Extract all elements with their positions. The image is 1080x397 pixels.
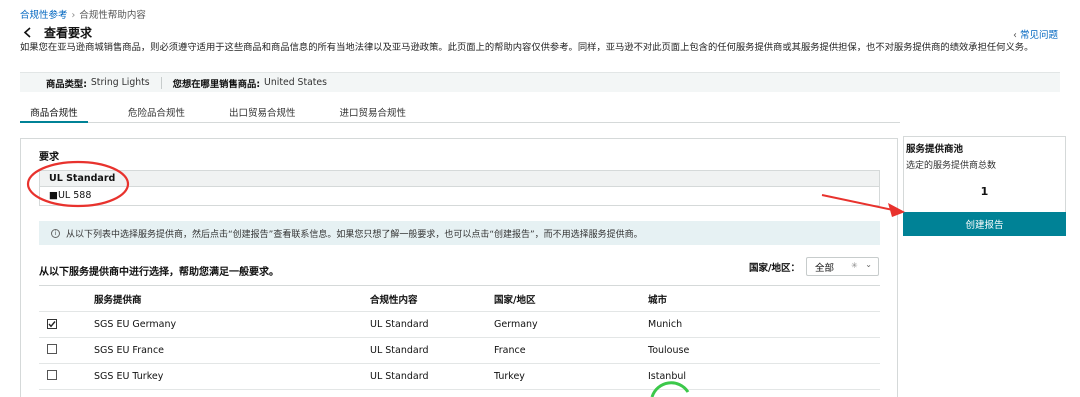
breadcrumb-parent-link[interactable]: 合规性参考 — [20, 10, 68, 21]
faq-link-label: 常见问题 — [1019, 30, 1058, 41]
tab-import-compliance[interactable]: 进口贸易合规性 — [340, 103, 407, 122]
provider-content: UL Standard — [370, 371, 429, 382]
compliance-tabs: 商品合规性 危险品合规性 出口贸易合规性 进口贸易合规性 — [20, 103, 900, 123]
provider-name: SGS EU Turkey — [94, 371, 164, 382]
country-select[interactable]: 全部 ✳ ⌄ — [806, 257, 879, 276]
provider-checkbox[interactable] — [47, 370, 57, 380]
faq-link[interactable]: ‹ 常见问题 — [1013, 27, 1058, 41]
header-city: 城市 — [648, 294, 668, 306]
provider-city: Munich — [648, 319, 683, 330]
requirements-panel: 要求 UL Standard ■UL 588 i 从以下列表中选择服务提供商，然… — [20, 138, 898, 397]
info-banner: i 从以下列表中选择服务提供商，然后点击“创建报告”查看联系信息。如果您只想了解… — [39, 221, 880, 245]
standard-value: ■UL 588 — [49, 190, 92, 201]
checkmark-icon — [48, 320, 56, 327]
product-type-label: 商品类型: — [46, 78, 87, 90]
country-filter: 国家/地区： 全部 ✳ ⌄ — [749, 257, 879, 276]
chevron-left-icon[interactable] — [20, 26, 34, 40]
provider-content: UL Standard — [370, 345, 429, 356]
standard-box: UL Standard ■UL 588 — [39, 170, 880, 206]
header-provider: 服务提供商 — [94, 294, 142, 306]
select-provider-prompt: 从以下服务提供商中进行选择，帮助您满足一般要求。 — [39, 267, 279, 278]
sell-where-label: 您想在哪里销售商品: — [172, 78, 261, 90]
provider-pool-count: 1 — [980, 185, 989, 198]
header-content: 合规性内容 — [370, 294, 418, 306]
create-report-button[interactable]: 创建报告 — [903, 212, 1066, 236]
info-text: 从以下列表中选择服务提供商，然后点击“创建报告”查看联系信息。如果您只想了解一般… — [66, 229, 643, 240]
divider — [160, 76, 162, 89]
info-icon: i — [51, 228, 60, 238]
provider-table: 服务提供商 合规性内容 国家/地区 城市 SGS EU Germany UL S… — [39, 285, 880, 390]
globe-icon: ✳ — [851, 261, 858, 270]
requirements-title: 要求 — [39, 152, 59, 163]
table-row[interactable]: SGS EU Germany UL Standard Germany Munic… — [39, 312, 880, 338]
standard-header: UL Standard — [40, 171, 879, 187]
product-info-bar: 商品类型: String Lights 您想在哪里销售商品: United St… — [20, 72, 1060, 92]
provider-city: Toulouse — [648, 345, 690, 356]
row-check-cell — [39, 344, 94, 357]
country-select-value: 全部 — [815, 262, 835, 274]
provider-pool-title: 服务提供商池 — [906, 144, 964, 155]
provider-region: France — [494, 345, 526, 356]
chevron-down-icon: ⌄ — [865, 260, 872, 269]
row-check-cell — [39, 370, 94, 383]
tab-product-compliance[interactable]: 商品合规性 — [20, 103, 88, 123]
table-row[interactable]: SGS EU France UL Standard France Toulous… — [39, 338, 880, 364]
tab-export-compliance[interactable]: 出口贸易合规性 — [229, 103, 296, 122]
table-row[interactable]: SGS EU Turkey UL Standard Turkey Istanbu… — [39, 364, 880, 390]
breadcrumb: 合规性参考 › 合规性帮助内容 — [20, 7, 146, 21]
provider-checkbox[interactable] — [47, 344, 57, 354]
provider-city: Istanbul — [648, 371, 687, 382]
chevron-left-icon: ‹ — [1013, 30, 1017, 41]
tab-hazmat-compliance[interactable]: 危险品合规性 — [128, 103, 185, 122]
table-header-row: 服务提供商 合规性内容 国家/地区 城市 — [39, 286, 880, 312]
breadcrumb-current: 合规性帮助内容 — [79, 10, 146, 21]
page-title: 查看要求 — [44, 26, 93, 40]
disclaimer-text: 如果您在亚马逊商城销售商品，则必须遵守适用于这些商品和商品信息的所有当地法律以及… — [20, 42, 1034, 53]
country-filter-label: 国家/地区： — [749, 262, 800, 274]
breadcrumb-separator: › — [71, 10, 76, 21]
title-row: 查看要求 — [20, 24, 92, 41]
provider-name: SGS EU France — [94, 345, 165, 356]
provider-name: SGS EU Germany — [94, 319, 177, 330]
provider-region: Germany — [494, 319, 538, 330]
product-type-value: String Lights — [90, 77, 150, 88]
provider-region: Turkey — [494, 371, 525, 382]
provider-checkbox[interactable] — [47, 318, 57, 329]
header-region: 国家/地区 — [494, 294, 536, 306]
row-check-cell — [39, 318, 94, 331]
sell-where-value: United States — [264, 77, 328, 88]
provider-content: UL Standard — [370, 319, 429, 330]
provider-pool-subtitle: 选定的服务提供商总数 — [906, 161, 997, 171]
